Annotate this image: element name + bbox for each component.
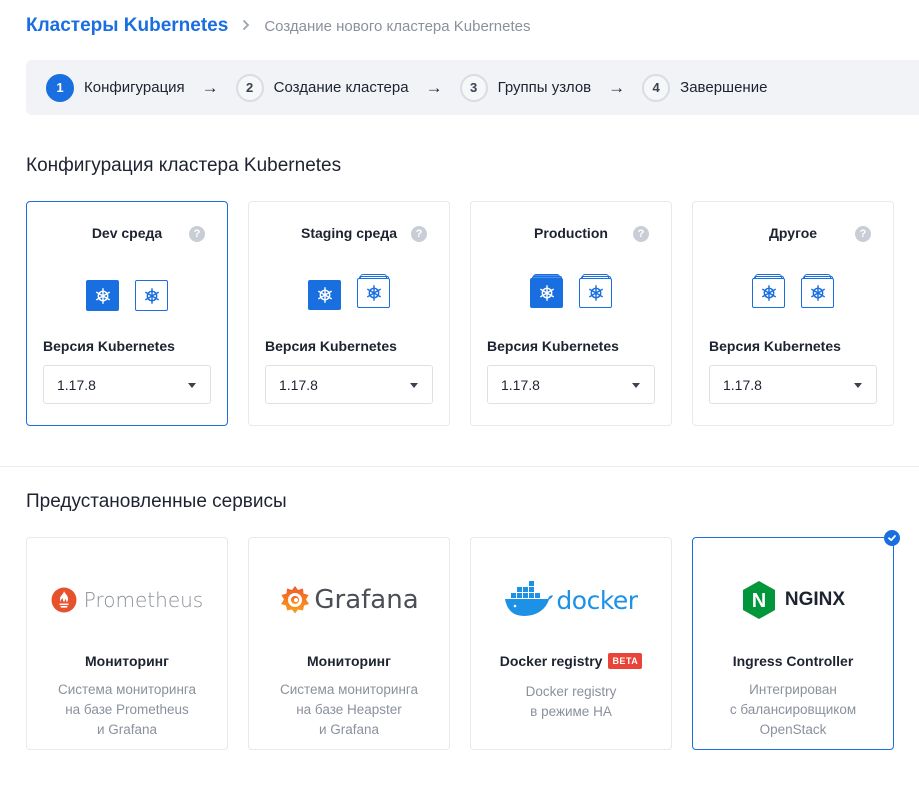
kubernetes-wheel-icon	[94, 287, 112, 305]
version-label: Версия Kubernetes	[43, 338, 175, 354]
kubernetes-wheel-icon	[316, 286, 334, 304]
grafana-logo-text: Grafana	[314, 585, 419, 615]
docker-logo-text: docker	[556, 585, 638, 615]
node-icons	[27, 280, 227, 311]
chevron-down-icon	[632, 383, 640, 388]
worker-node-icon	[135, 280, 168, 311]
master-nodes-icon	[752, 274, 785, 308]
master-node-icon	[308, 280, 341, 310]
step-number: 1	[46, 73, 74, 102]
chevron-right-icon	[243, 19, 250, 30]
services-section-title: Предустановленные сервисы	[26, 491, 287, 512]
worker-nodes-icon	[357, 274, 390, 308]
step-label: Группы узлов	[497, 79, 592, 96]
version-select[interactable]: 1.17.8	[265, 365, 433, 404]
arrow-right-icon: →	[425, 77, 443, 97]
step-label: Завершение	[680, 79, 768, 96]
node-icons	[249, 274, 449, 310]
node-icons	[471, 274, 671, 308]
version-value: 1.17.8	[501, 376, 540, 393]
step-number: 3	[459, 73, 488, 102]
grafana-logo: Grafana	[249, 580, 449, 620]
service-card-grafana[interactable]: Grafana Мониторинг Система мониторинга н…	[248, 537, 450, 750]
config-card-staging[interactable]: Staging среда ? Версия Kubernetes 1.17.8	[248, 201, 450, 426]
kubernetes-wheel-icon	[760, 284, 778, 302]
chevron-down-icon	[188, 383, 196, 388]
version-select[interactable]: 1.17.8	[709, 365, 877, 404]
arrow-right-icon: →	[608, 77, 626, 97]
version-value: 1.17.8	[723, 376, 762, 393]
config-card-production[interactable]: Production ? Версия Kubernetes 1.17.8	[470, 201, 672, 426]
service-title: Мониторинг	[307, 653, 391, 669]
master-nodes-icon	[530, 274, 563, 308]
nginx-logo-text: NGINX	[784, 589, 846, 610]
service-description: Система мониторинга на базе Prometheus и…	[57, 682, 197, 737]
version-label: Версия Kubernetes	[487, 338, 619, 354]
node-icons	[693, 274, 893, 308]
arrow-right-icon: →	[201, 77, 219, 97]
nginx-hexagon-icon: N	[742, 581, 775, 619]
svg-text:N: N	[752, 590, 766, 612]
config-card-other[interactable]: Другое ? Версия Kubernetes 1.17.8	[692, 201, 894, 426]
docker-logo: docker	[471, 580, 671, 620]
kubernetes-wheel-icon	[809, 284, 827, 302]
step-number: 2	[235, 73, 264, 102]
breadcrumb-current: Создание нового кластера Kubernetes	[264, 17, 531, 35]
service-description: Docker registry в режиме HA	[525, 684, 617, 719]
question-icon[interactable]: ?	[855, 226, 871, 242]
service-card-docker[interactable]: docker Docker registry BETA Docker regis…	[470, 537, 672, 750]
breadcrumb: Кластеры Kubernetes Создание нового клас…	[26, 13, 531, 39]
version-select[interactable]: 1.17.8	[487, 365, 655, 404]
service-card-nginx[interactable]: N NGINX Ingress Controller Интегрирован …	[692, 530, 900, 750]
prometheus-flame-icon	[51, 587, 77, 613]
section-divider	[0, 466, 919, 467]
step-label: Создание кластера	[273, 79, 409, 96]
step-label: Конфигурация	[84, 79, 185, 96]
chevron-down-icon	[410, 383, 418, 388]
config-section-title: Конфигурация кластера Kubernetes	[26, 155, 342, 176]
kubernetes-wheel-icon	[587, 284, 605, 302]
version-value: 1.17.8	[279, 376, 318, 393]
service-title: Docker registry BETA	[471, 653, 671, 669]
beta-badge: BETA	[608, 653, 643, 669]
check-icon	[884, 530, 900, 546]
worker-nodes-icon	[801, 274, 834, 308]
config-card-dev[interactable]: Dev среда ? Версия Kubernetes 1.17.8	[26, 201, 228, 426]
chevron-down-icon	[854, 383, 862, 388]
kubernetes-wheel-icon	[365, 284, 383, 302]
service-title: Ingress Controller	[732, 653, 854, 669]
master-node-icon	[86, 280, 119, 311]
version-label: Версия Kubernetes	[265, 338, 397, 354]
breadcrumb-root-link[interactable]: Кластеры Kubernetes	[26, 15, 228, 37]
step-node-groups[interactable]: 3 Группы узлов	[459, 73, 592, 102]
kubernetes-wheel-icon	[538, 284, 556, 302]
breadcrumb-separator	[242, 18, 250, 35]
nginx-logo: N NGINX	[693, 580, 893, 620]
step-configuration[interactable]: 1 Конфигурация	[46, 73, 185, 102]
step-completion[interactable]: 4 Завершение	[642, 73, 768, 102]
service-description: Система мониторинга на базе Heapster и G…	[279, 682, 419, 737]
prometheus-logo: Prometheus	[27, 580, 227, 620]
question-icon[interactable]: ?	[189, 226, 205, 242]
docker-whale-icon	[505, 581, 554, 616]
version-value: 1.17.8	[57, 376, 96, 393]
wizard-stepper: 1 Конфигурация → 2 Создание кластера → 3…	[26, 60, 919, 115]
step-cluster-creation[interactable]: 2 Создание кластера	[235, 73, 409, 102]
grafana-icon	[281, 586, 310, 614]
question-icon[interactable]: ?	[411, 226, 427, 242]
prometheus-logo-text: Prometheus	[83, 588, 204, 612]
version-label: Версия Kubernetes	[709, 338, 841, 354]
question-icon[interactable]: ?	[633, 226, 649, 242]
version-select[interactable]: 1.17.8	[43, 365, 211, 404]
worker-nodes-icon	[579, 274, 612, 308]
step-number: 4	[642, 73, 671, 102]
service-card-prometheus[interactable]: Prometheus Мониторинг Система мониторинг…	[26, 537, 228, 750]
service-title: Мониторинг	[85, 653, 169, 669]
kubernetes-wheel-icon	[143, 287, 161, 305]
service-description: Интегрирован с балансировщиком OpenStack	[729, 682, 857, 737]
